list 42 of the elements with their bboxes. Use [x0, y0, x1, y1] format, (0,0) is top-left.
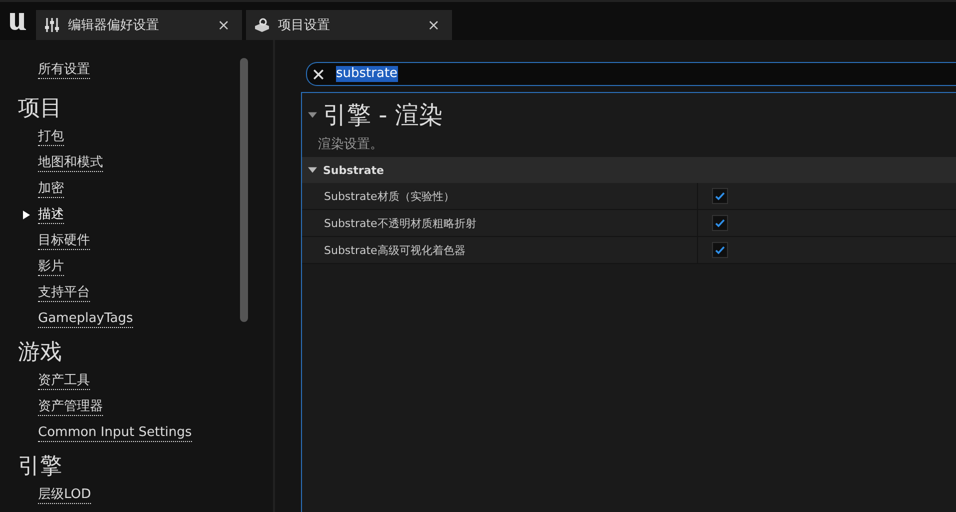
sidebar-link[interactable]: 资产工具	[38, 373, 90, 390]
check-icon	[714, 217, 726, 229]
tab-label: 项目设置	[278, 17, 331, 34]
search-field[interactable]: substrate	[306, 62, 956, 86]
clear-icon[interactable]	[313, 68, 324, 80]
sliders-icon	[44, 17, 60, 33]
setting-label: Substrate高级可视化着色器	[302, 237, 698, 263]
sidebar-link[interactable]: 描述	[38, 207, 64, 224]
sidebar-link[interactable]: 打包	[38, 129, 64, 146]
category-title: Substrate	[323, 164, 384, 176]
sidebar-link[interactable]: 加密	[38, 181, 64, 198]
checkbox[interactable]	[712, 215, 728, 231]
sidebar-link[interactable]: 影片	[38, 259, 64, 276]
panel-description: 渲染设置。	[317, 136, 384, 154]
sidebar-link[interactable]: 目标硬件	[38, 233, 90, 250]
setting-label: Substrate不透明材质粗略折射	[302, 210, 698, 236]
tab[interactable]: 编辑器偏好设置 ×	[36, 10, 242, 40]
sidebar-link[interactable]: 层级LOD	[38, 487, 92, 504]
sidebar-link[interactable]: Common Input Settings	[38, 425, 192, 442]
tab[interactable]: 项目设置 ×	[246, 10, 452, 40]
close-button[interactable]: ×	[215, 16, 232, 34]
check-icon	[714, 190, 726, 202]
section-heading: 游戏	[18, 339, 63, 367]
sidebar-link[interactable]: GameplayTags	[38, 311, 134, 328]
sidebar-link[interactable]: 所有设置	[38, 62, 90, 79]
setting-label: Substrate材质（实验性）	[302, 183, 698, 209]
category-header[interactable]: Substrate	[302, 157, 956, 183]
sidebar-link[interactable]: 资产管理器	[38, 399, 103, 416]
close-button[interactable]: ×	[425, 16, 442, 34]
section-heading: 项目	[18, 95, 63, 123]
search-value: substrate	[336, 66, 398, 82]
panel-title: 引擎 - 渲染	[323, 100, 443, 131]
checkbox[interactable]	[712, 188, 728, 204]
gear-box-icon	[254, 17, 270, 33]
scrollbar[interactable]	[240, 58, 248, 322]
sidebar-link[interactable]: 地图和模式	[38, 155, 103, 172]
collapse-arrow-icon[interactable]	[308, 112, 317, 118]
tab-label: 编辑器偏好设置	[68, 17, 160, 34]
check-icon	[714, 244, 726, 256]
checkbox[interactable]	[712, 242, 728, 258]
sidebar-link[interactable]: 支持平台	[38, 285, 90, 302]
section-heading: 引擎	[18, 453, 63, 481]
